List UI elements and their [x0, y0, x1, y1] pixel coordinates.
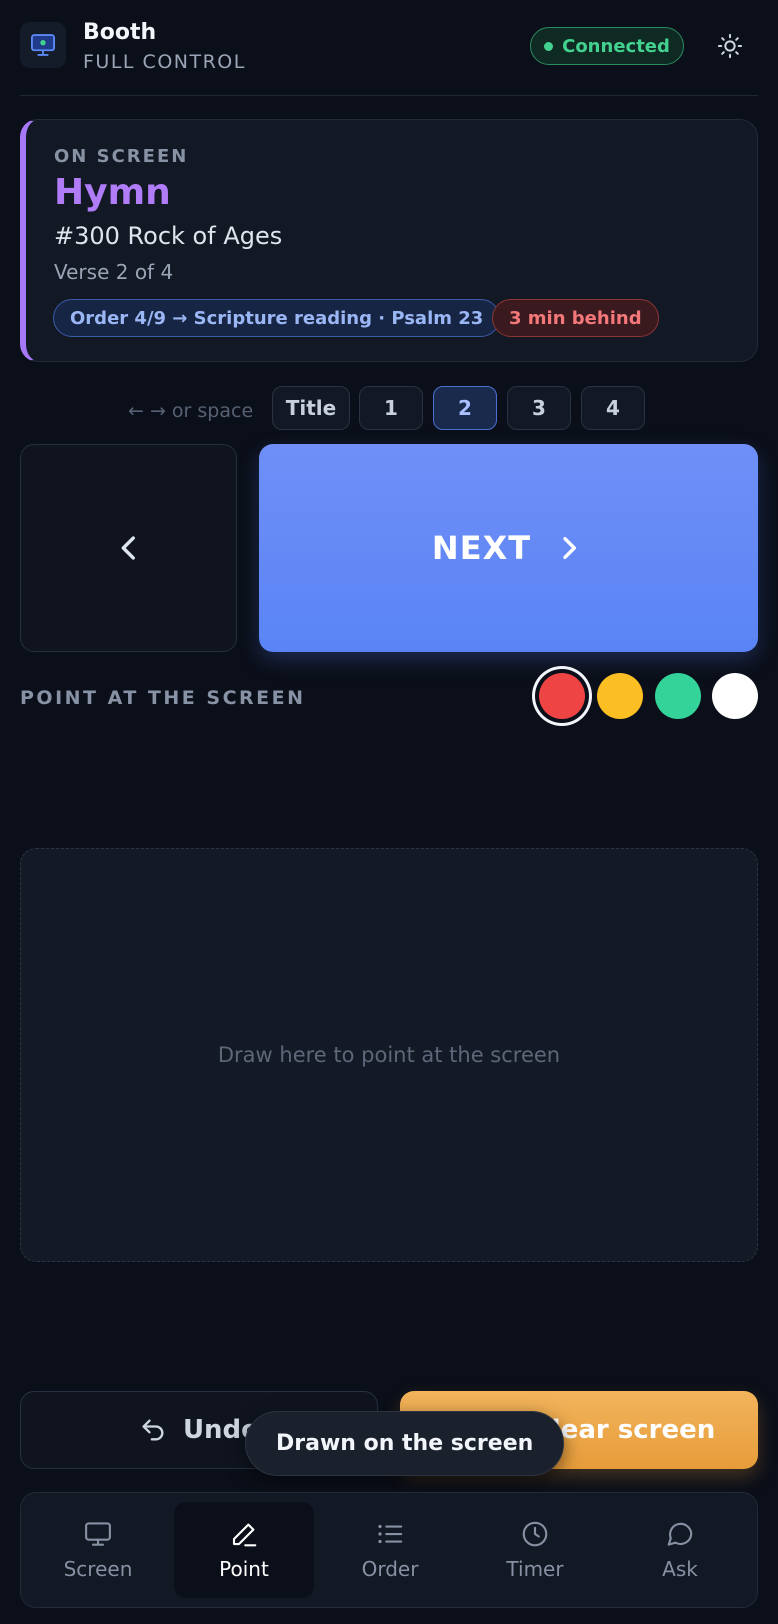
service-order-badge: Order 4/9 → Scripture reading · Psalm 23 [53, 299, 501, 337]
tab-point[interactable]: Point [174, 1502, 314, 1598]
color-swatch-red[interactable] [539, 673, 585, 719]
connection-status-badge: Connected [530, 27, 684, 65]
monitor-icon [85, 1522, 111, 1546]
now-showing-type: Hymn [54, 172, 171, 213]
pen-icon [232, 1523, 257, 1547]
app-name: Booth [83, 20, 157, 45]
drawing-pad-placeholder: Draw here to point at the screen [217, 1043, 561, 1067]
tab-screen-label: Screen [63, 1557, 133, 1581]
next-button[interactable]: NEXT [259, 444, 758, 652]
sun-icon [717, 33, 743, 59]
monitor-icon [30, 34, 56, 56]
connection-status-label: Connected [562, 35, 670, 57]
chevron-right-icon [563, 536, 577, 560]
list-icon [378, 1524, 403, 1544]
slide-chip-title[interactable]: Title [272, 386, 350, 430]
tab-timer-label: Timer [506, 1557, 564, 1581]
app-logo [20, 22, 66, 68]
keyboard-hint: ← → or space [128, 400, 254, 422]
tab-order[interactable]: Order [320, 1502, 460, 1598]
previous-button[interactable] [20, 444, 237, 652]
drawing-pad[interactable]: Draw here to point at the screen [20, 848, 758, 1262]
control-mode: FULL CONTROL [83, 51, 246, 73]
next-button-label: NEXT [431, 529, 532, 567]
chat-bubble-icon [667, 1522, 693, 1546]
header-divider [20, 95, 758, 96]
toast-notification: Drawn on the screen [245, 1411, 565, 1476]
slide-chip-4[interactable]: 4 [581, 386, 645, 430]
tab-point-label: Point [219, 1557, 269, 1581]
slide-chip-3[interactable]: 3 [507, 386, 571, 430]
theme-toggle-button[interactable] [710, 26, 750, 66]
clock-icon [522, 1521, 548, 1547]
chevron-left-icon [121, 536, 135, 560]
status-dot-icon [544, 41, 554, 51]
slide-chip-2[interactable]: 2 [433, 386, 497, 430]
undo-icon [142, 1419, 164, 1441]
tab-ask[interactable]: Ask [610, 1502, 750, 1598]
tab-timer[interactable]: Timer [465, 1502, 605, 1598]
color-swatch-yellow[interactable] [597, 673, 643, 719]
slide-chip-1[interactable]: 1 [359, 386, 423, 430]
now-showing-verse: Verse 2 of 4 [54, 260, 174, 284]
now-showing-eyebrow: ON SCREEN [54, 146, 189, 167]
color-swatch-green[interactable] [655, 673, 701, 719]
tab-ask-label: Ask [662, 1557, 698, 1581]
pointer-section-heading: POINT AT THE SCREEN [20, 687, 306, 709]
schedule-behind-badge: 3 min behind [492, 299, 659, 337]
color-swatch-white[interactable] [712, 673, 758, 719]
tab-order-label: Order [361, 1557, 419, 1581]
now-showing-item: #300 Rock of Ages [54, 222, 283, 250]
tab-screen[interactable]: Screen [28, 1502, 168, 1598]
